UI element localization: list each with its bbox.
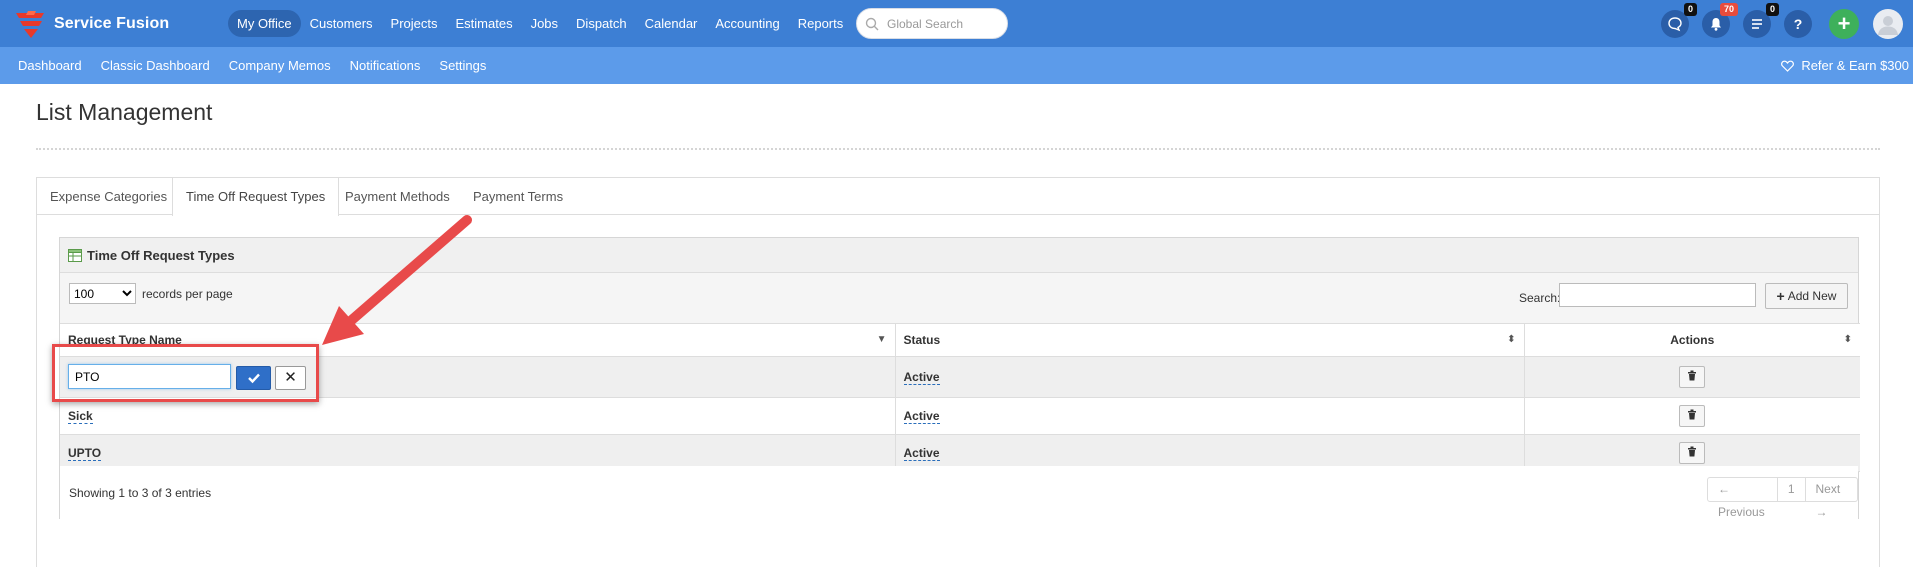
- nav-item-jobs[interactable]: Jobs: [522, 10, 567, 37]
- nav-item-calendar[interactable]: Calendar: [636, 10, 707, 37]
- records-per-page: 100 records per page: [69, 283, 233, 304]
- add-new-button[interactable]: + Add New: [1765, 283, 1848, 309]
- nav-item-customers[interactable]: Customers: [301, 10, 382, 37]
- sub-nav-bar: Dashboard Classic Dashboard Company Memo…: [0, 47, 1913, 84]
- trash-icon: [1688, 446, 1697, 457]
- avatar[interactable]: [1873, 9, 1903, 39]
- status-editable[interactable]: Active: [903, 409, 940, 424]
- delete-button[interactable]: [1679, 405, 1706, 427]
- request-type-editable[interactable]: Sick: [68, 409, 93, 424]
- tasks-icon: [1752, 19, 1762, 29]
- status-editable[interactable]: Active: [903, 446, 940, 461]
- delete-button[interactable]: [1679, 366, 1706, 388]
- sort-desc-icon: ▼: [876, 334, 887, 345]
- refer-earn-link[interactable]: Refer & Earn $300: [1781, 47, 1909, 84]
- global-search[interactable]: [856, 8, 1008, 39]
- table-row: ✕ Active: [60, 356, 1860, 398]
- subnav-item-notifications[interactable]: Notifications: [350, 58, 421, 73]
- divider: [36, 148, 1880, 150]
- refer-earn-label: Refer & Earn $300: [1801, 58, 1909, 73]
- add-new-label: Add New: [1787, 289, 1837, 303]
- widget-title: Time Off Request Types: [87, 247, 235, 263]
- status-cell: Active: [894, 356, 1524, 398]
- sort-icon: ⬍: [1843, 334, 1852, 345]
- notifications-badge: 70: [1719, 3, 1738, 16]
- table-search-label: Search:: [1519, 291, 1561, 305]
- chat-button[interactable]: 0: [1661, 3, 1697, 38]
- table-controls: 100 records per page Search: + Add New: [60, 273, 1858, 323]
- notifications-button[interactable]: 70: [1702, 3, 1738, 38]
- widget-header: Time Off Request Types: [60, 238, 1858, 273]
- help-icon: ?: [1793, 16, 1803, 32]
- top-nav-bar: Service Fusion My Office Customers Proje…: [0, 0, 1913, 47]
- service-fusion-logo-icon: [16, 10, 44, 38]
- tab-bar: Expense Categories Time Off Request Type…: [37, 178, 1879, 216]
- delete-button[interactable]: [1679, 442, 1706, 464]
- chat-badge: 0: [1683, 3, 1697, 16]
- table-search-input[interactable]: [1559, 283, 1756, 307]
- trash-icon: [1688, 409, 1697, 420]
- tasks-button[interactable]: 0: [1743, 3, 1779, 38]
- annotation-highlight-box: [52, 344, 319, 402]
- chat-icon: [1668, 17, 1682, 32]
- entries-info: Showing 1 to 3 of 3 entries: [69, 486, 212, 500]
- pagination-page[interactable]: 1: [1776, 478, 1805, 501]
- pagination: ← Previous 1 Next →: [1707, 477, 1858, 519]
- plus-icon: +: [1776, 288, 1785, 304]
- request-type-cell: Sick: [60, 397, 895, 435]
- app-logo[interactable]: Service Fusion: [14, 9, 214, 39]
- nav-item-accounting[interactable]: Accounting: [706, 10, 788, 37]
- nav-item-my-office[interactable]: My Office: [228, 10, 301, 37]
- column-header-status[interactable]: Status ⬍: [894, 323, 1524, 357]
- page-title: List Management: [36, 99, 213, 125]
- actions-cell: [1523, 397, 1860, 435]
- global-search-input[interactable]: [885, 15, 995, 32]
- nav-item-projects[interactable]: Projects: [382, 10, 447, 37]
- table-icon: [68, 248, 82, 262]
- heart-icon: [1781, 60, 1795, 72]
- table-header-row: Request Type Name ▼ Status ⬍ Actions ⬍: [60, 323, 1860, 357]
- actions-cell: [1523, 356, 1860, 398]
- tab-payment-methods[interactable]: Payment Methods: [345, 178, 450, 215]
- search-icon: [865, 17, 879, 30]
- main-nav: My Office Customers Projects Estimates J…: [228, 10, 852, 37]
- pagination-next[interactable]: Next →: [1804, 478, 1858, 519]
- subnav-item-classic-dashboard[interactable]: Classic Dashboard: [101, 58, 210, 73]
- quick-add-button[interactable]: +: [1829, 9, 1859, 39]
- table-footer: Showing 1 to 3 of 3 entries ← Previous 1…: [60, 466, 1858, 519]
- records-per-page-select[interactable]: 100: [69, 283, 136, 304]
- request-types-table: Request Type Name ▼ Status ⬍ Actions ⬍ P…: [60, 323, 1860, 472]
- bell-icon: [1711, 18, 1721, 31]
- records-per-page-label: records per page: [142, 286, 233, 301]
- tab-time-off-request-types[interactable]: Time Off Request Types: [172, 178, 340, 216]
- nav-item-reports[interactable]: Reports: [789, 10, 853, 37]
- plus-icon: +: [1837, 11, 1851, 36]
- tasks-badge: 0: [1765, 3, 1779, 16]
- help-button[interactable]: ?: [1784, 10, 1812, 38]
- nav-item-estimates[interactable]: Estimates: [447, 10, 522, 37]
- column-header-actions[interactable]: Actions ⬍: [1523, 323, 1860, 357]
- column-label: Status: [903, 333, 941, 347]
- time-off-types-widget: Time Off Request Types 100 records per p…: [59, 237, 1860, 519]
- tab-payment-terms[interactable]: Payment Terms: [473, 178, 563, 215]
- status-editable[interactable]: Active: [903, 370, 940, 385]
- sub-nav: Dashboard Classic Dashboard Company Memo…: [18, 58, 505, 73]
- trash-icon: [1688, 370, 1697, 381]
- subnav-item-company-memos[interactable]: Company Memos: [229, 58, 331, 73]
- pagination-previous[interactable]: ← Previous: [1708, 478, 1777, 519]
- user-avatar-icon: [1878, 16, 1898, 35]
- table-row: Sick Active: [60, 397, 1860, 435]
- nav-item-dispatch[interactable]: Dispatch: [567, 10, 636, 37]
- sort-icon: ⬍: [1507, 334, 1516, 345]
- column-label: Actions: [1670, 333, 1715, 347]
- app-name: Service Fusion: [54, 14, 170, 32]
- request-type-editable[interactable]: UPTO: [68, 446, 102, 461]
- tab-expense-categories[interactable]: Expense Categories: [50, 178, 167, 215]
- subnav-item-settings[interactable]: Settings: [439, 58, 486, 73]
- status-cell: Active: [894, 397, 1524, 435]
- subnav-item-dashboard[interactable]: Dashboard: [18, 58, 82, 73]
